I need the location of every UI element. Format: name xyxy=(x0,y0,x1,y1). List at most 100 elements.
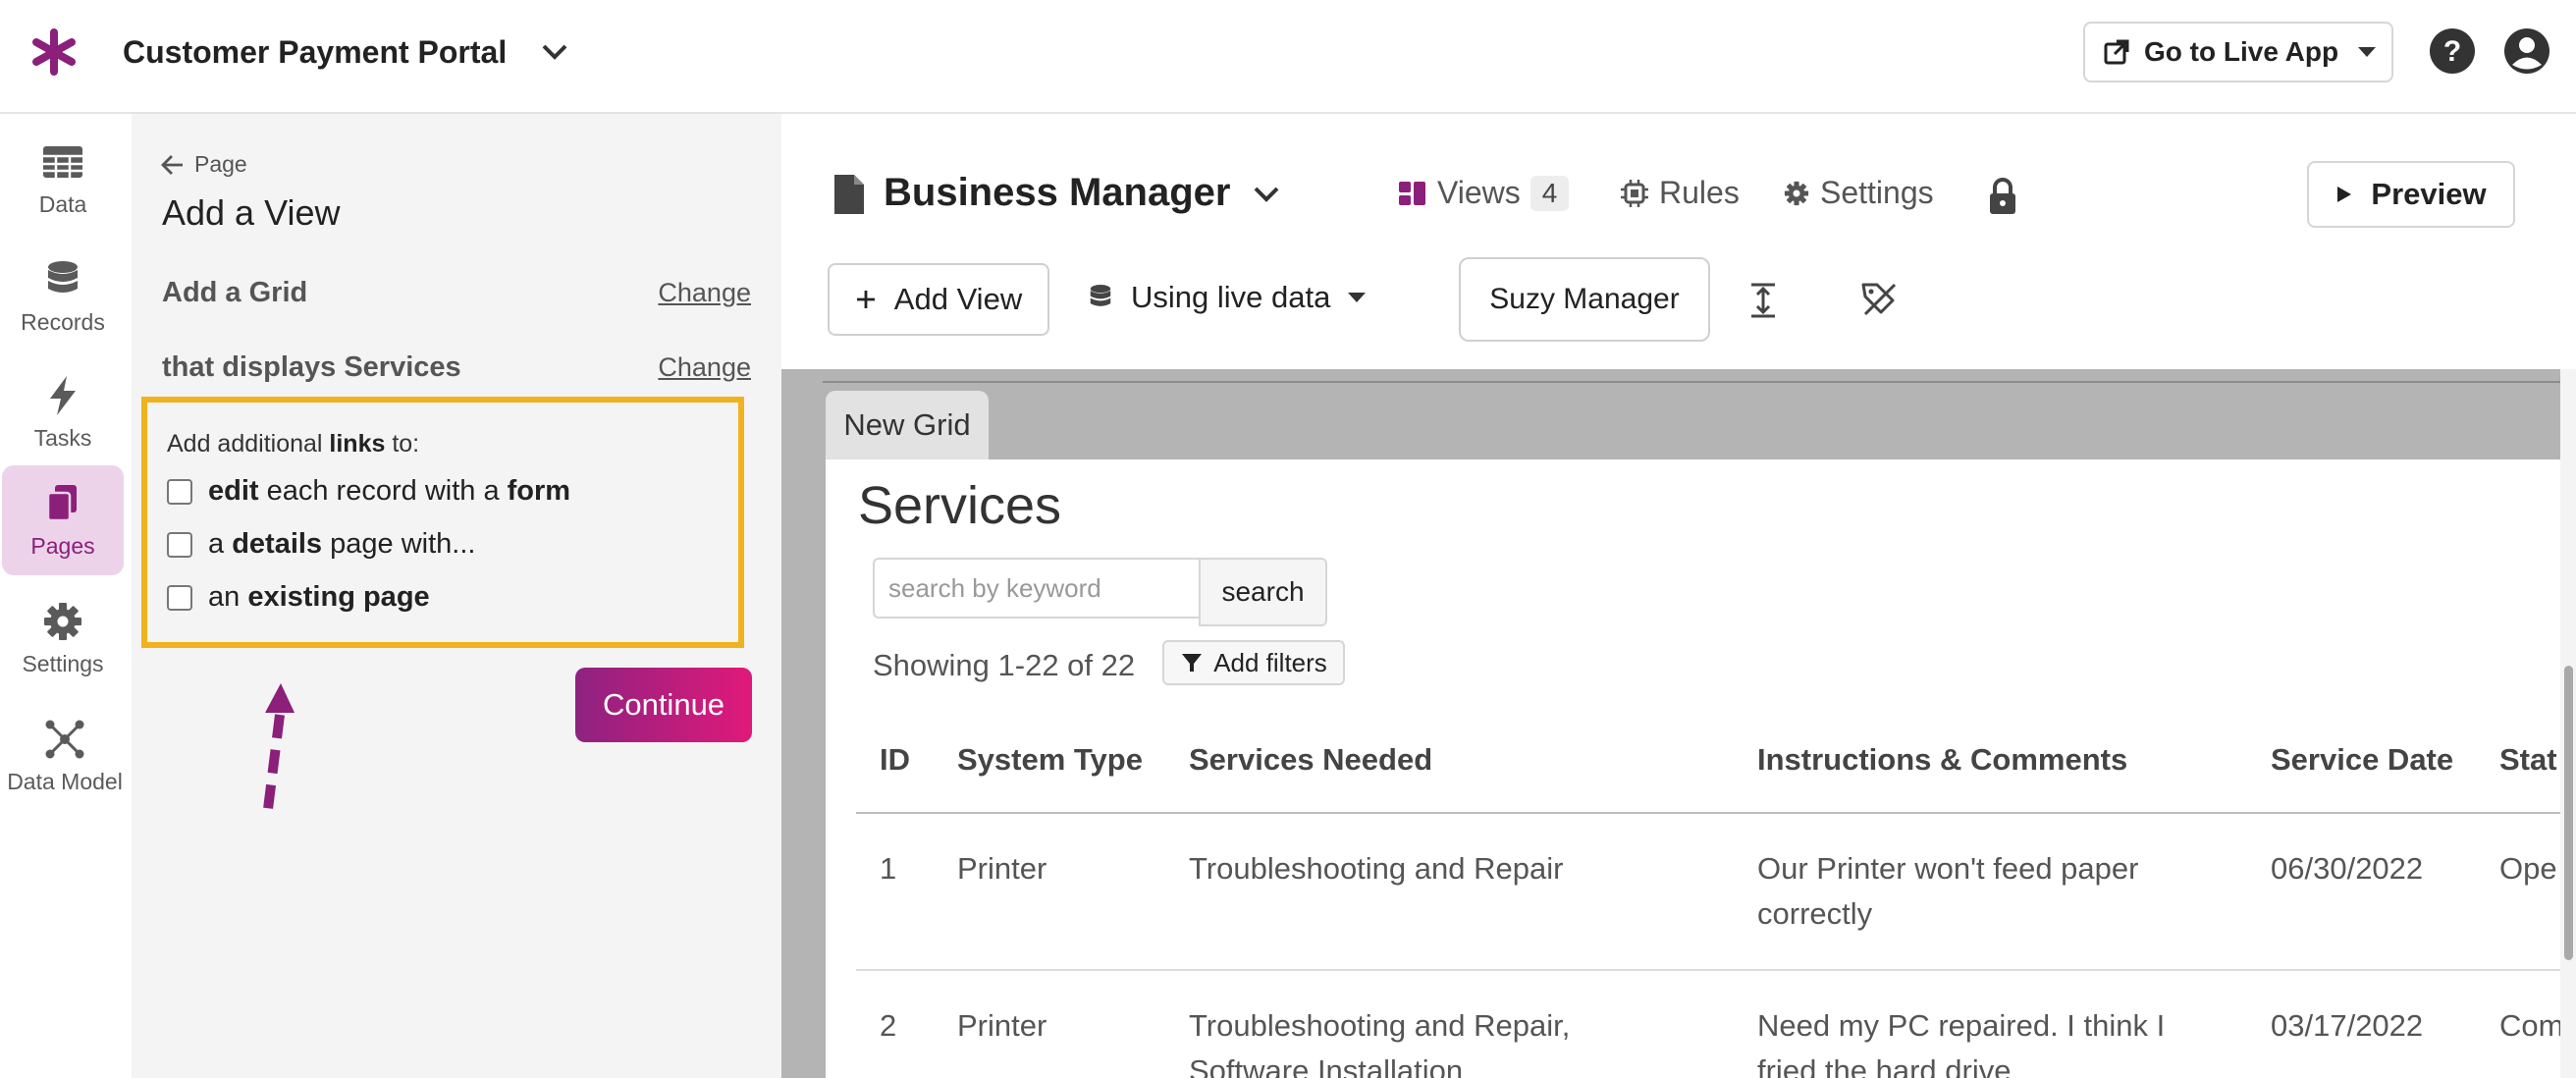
add-view-label: Add View xyxy=(893,282,1023,316)
rules-tab[interactable]: Rules xyxy=(1620,175,1740,211)
cell-id: 1 xyxy=(880,851,897,886)
add-filters-button[interactable]: Add filters xyxy=(1162,640,1345,685)
cell-id: 2 xyxy=(880,1008,897,1043)
nav-label: Records xyxy=(21,308,105,335)
top-bar: Customer Payment Portal Go to Live App ? xyxy=(0,0,2576,114)
grid-view-content: Services search by keyword search Showin… xyxy=(826,459,2560,1078)
change-data-source-link[interactable]: Change xyxy=(658,352,751,383)
live-data-selector[interactable]: Using live data xyxy=(1086,280,1368,315)
tag-slash-icon[interactable] xyxy=(1859,279,1899,318)
opt-text: page with... xyxy=(322,528,476,560)
details-page-checkbox[interactable] xyxy=(167,531,192,558)
scrollbar-thumb[interactable] xyxy=(2564,666,2573,960)
back-to-page-link[interactable]: Page xyxy=(161,151,247,178)
caret-down-icon xyxy=(2358,47,2376,57)
column-header-system-type[interactable]: System Type xyxy=(957,742,1143,778)
links-title-bold: links xyxy=(329,430,386,458)
views-icon xyxy=(1399,181,1425,205)
live-app-dropdown-button[interactable] xyxy=(2342,22,2393,82)
continue-button[interactable]: Continue xyxy=(575,668,752,742)
search-button[interactable]: search xyxy=(1199,558,1327,626)
expand-height-icon[interactable] xyxy=(1744,281,1783,320)
rules-label: Rules xyxy=(1659,175,1740,210)
back-link-label: Page xyxy=(194,151,247,177)
opt-bold: edit xyxy=(208,475,259,507)
cell-service-date: 03/17/2022 xyxy=(2271,1008,2424,1043)
asterisk-logo-icon[interactable] xyxy=(29,27,79,77)
help-icon[interactable]: ? xyxy=(2428,27,2477,76)
column-header-services-needed[interactable]: Services Needed xyxy=(1189,742,1432,778)
column-header-service-date[interactable]: Service Date xyxy=(2271,742,2453,778)
header-divider xyxy=(856,812,2560,814)
option-existing-page[interactable]: an existing page xyxy=(167,581,430,614)
option-details-page[interactable]: a details page with... xyxy=(167,528,475,561)
edit-form-checkbox[interactable] xyxy=(167,478,192,505)
nav-item-records[interactable]: Records xyxy=(2,242,124,351)
svg-text:?: ? xyxy=(2443,35,2461,68)
go-to-live-app-label: Go to Live App xyxy=(2144,36,2339,67)
canvas-divider xyxy=(823,381,2560,383)
option-edit-form[interactable]: edit each record with a form xyxy=(167,475,570,508)
chevron-down-icon[interactable] xyxy=(1251,181,1282,208)
live-data-label: Using live data xyxy=(1131,280,1331,314)
play-icon xyxy=(2337,187,2352,202)
gear-icon xyxy=(1784,181,1809,205)
nav-item-data-model[interactable]: Data Model xyxy=(2,701,128,811)
nav-label: Pages xyxy=(30,532,95,559)
opt-text: each record with a xyxy=(258,475,508,507)
preview-button[interactable]: Preview xyxy=(2307,161,2515,228)
opt-bold: details xyxy=(232,528,323,560)
filter-icon xyxy=(1182,654,1203,672)
additional-links-box: Add additional links to: edit each recor… xyxy=(141,397,744,648)
grid-title: Services xyxy=(858,476,1062,535)
additional-links-title: Add additional links to: xyxy=(167,430,419,458)
opt-text: an xyxy=(208,581,248,613)
column-header-instructions[interactable]: Instructions & Comments xyxy=(1757,742,2127,778)
option-existing-page-label: an existing page xyxy=(208,581,430,614)
nav-item-tasks[interactable]: Tasks xyxy=(2,357,124,467)
add-filters-label: Add filters xyxy=(1213,647,1327,677)
new-grid-tab[interactable]: New Grid xyxy=(826,391,989,459)
cell-comments: Our Printer won't feed paper xyxy=(1757,851,2139,886)
change-view-type-link[interactable]: Change xyxy=(658,278,751,308)
cell-service-date: 06/30/2022 xyxy=(2271,851,2424,886)
option-details-page-label: a details page with... xyxy=(208,528,475,561)
cell-system-type: Printer xyxy=(957,851,1047,886)
nav-item-data[interactable]: Data xyxy=(2,124,124,234)
lock-icon[interactable] xyxy=(1987,177,2018,216)
search-input[interactable]: search by keyword xyxy=(873,558,1200,619)
cell-system-type: Printer xyxy=(957,1008,1047,1043)
views-tab[interactable]: Views 4 xyxy=(1398,175,1570,211)
database-icon xyxy=(1090,285,1111,306)
caret-down-icon xyxy=(1348,293,1367,302)
preview-label: Preview xyxy=(2371,177,2487,211)
nav-item-settings[interactable]: Settings xyxy=(2,583,124,693)
column-header-id[interactable]: ID xyxy=(880,742,910,778)
column-header-status[interactable]: Stat xyxy=(2499,742,2557,778)
views-label: Views xyxy=(1437,175,1521,210)
graph-icon xyxy=(45,720,84,758)
step-data-source-text: that displays Services xyxy=(162,351,461,383)
opt-text: a xyxy=(208,528,233,560)
existing-page-checkbox[interactable] xyxy=(167,584,192,611)
settings-tab[interactable]: Settings xyxy=(1783,175,1934,211)
step-view-type: Add a Grid Change xyxy=(162,277,751,309)
nav-item-pages[interactable]: Pages xyxy=(2,465,124,575)
nav-label: Data Model xyxy=(7,768,123,794)
external-link-icon xyxy=(2104,39,2129,65)
row-divider xyxy=(856,969,2560,971)
views-count-badge: 4 xyxy=(1530,175,1570,211)
cell-services: Troubleshooting and Repair xyxy=(1189,851,1564,886)
cell-status: Com xyxy=(2499,1008,2560,1043)
cell-services: Software Installation xyxy=(1189,1053,1464,1078)
add-view-button[interactable]: Add View xyxy=(828,263,1049,336)
cell-status: Ope xyxy=(2499,851,2557,886)
nav-label: Tasks xyxy=(33,424,92,451)
user-account-icon[interactable] xyxy=(2502,27,2551,76)
page-title[interactable]: Business Manager xyxy=(884,171,1230,215)
user-role-selector[interactable]: Suzy Manager xyxy=(1459,257,1710,342)
app-title[interactable]: Customer Payment Portal xyxy=(123,31,507,73)
chevron-down-icon[interactable] xyxy=(538,37,571,67)
go-to-live-app-button[interactable]: Go to Live App xyxy=(2083,22,2344,82)
database-icon xyxy=(48,260,78,293)
